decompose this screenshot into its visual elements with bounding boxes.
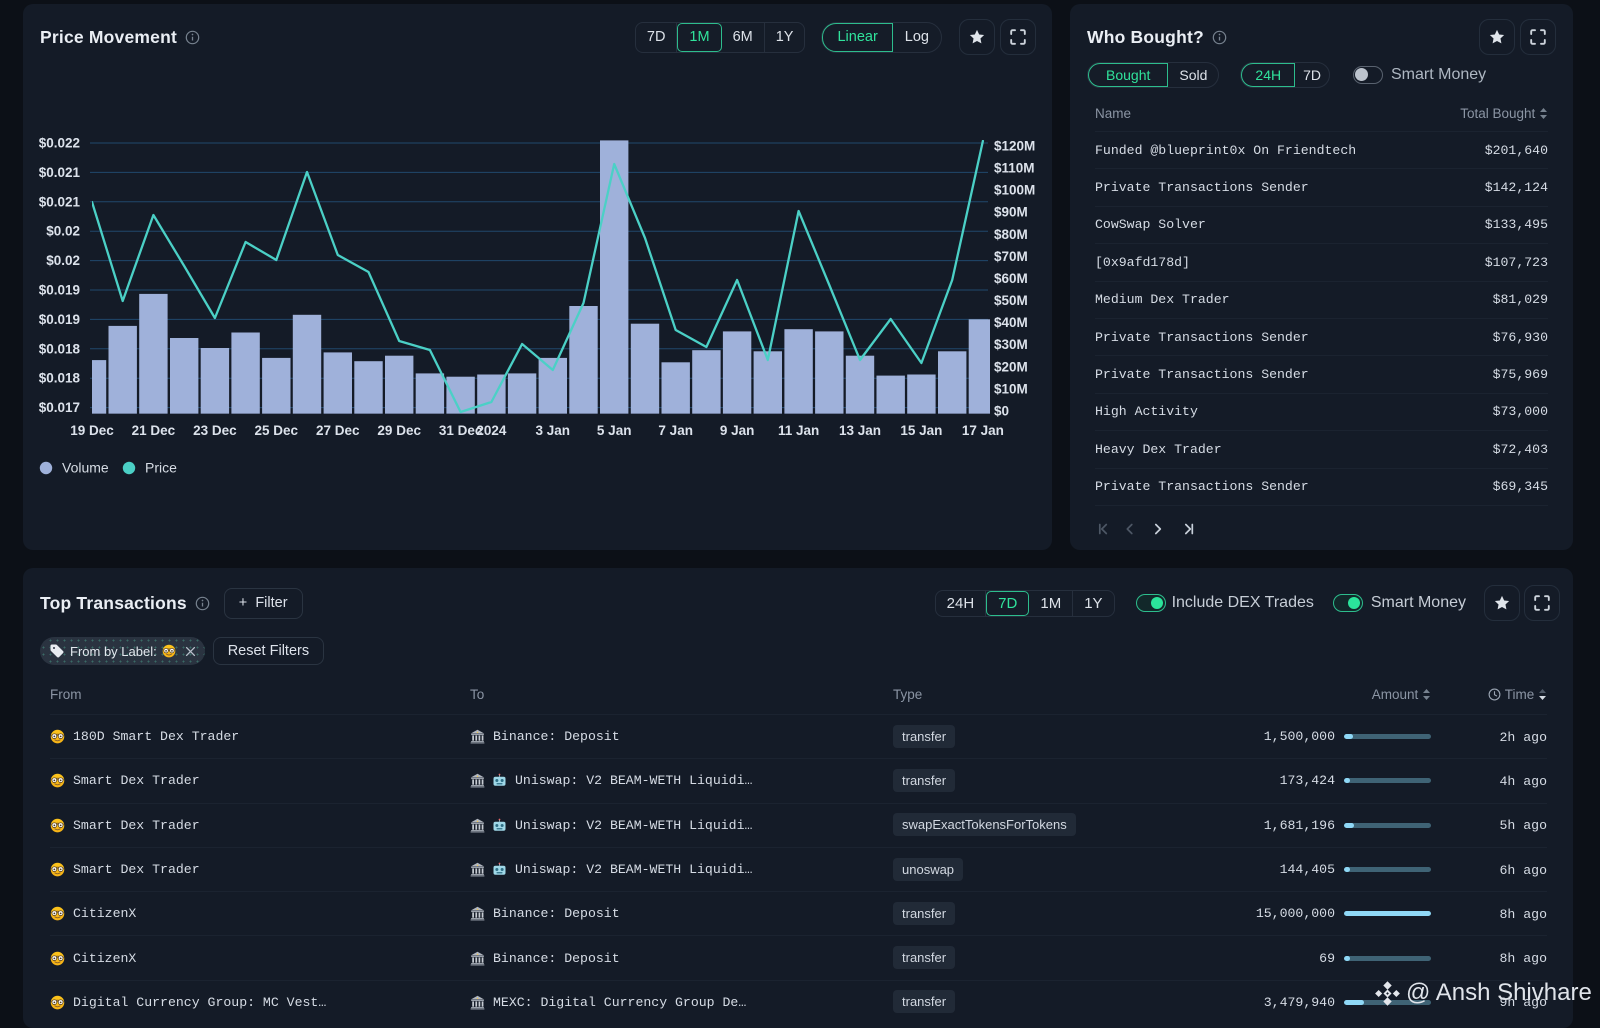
svg-text:23 Dec: 23 Dec	[193, 423, 237, 438]
svg-text:$20M: $20M	[994, 359, 1028, 374]
svg-text:$0.021: $0.021	[39, 194, 81, 209]
svg-text:$60M: $60M	[994, 271, 1028, 286]
svg-text:$0.02: $0.02	[46, 253, 80, 268]
svg-text:$0.018: $0.018	[39, 341, 81, 356]
svg-text:Price: Price	[145, 460, 177, 476]
svg-text:$0.017: $0.017	[39, 400, 80, 415]
svg-text:$90M: $90M	[994, 205, 1028, 220]
svg-text:$50M: $50M	[994, 293, 1028, 308]
svg-text:$100M: $100M	[994, 183, 1035, 198]
svg-text:19 Dec: 19 Dec	[70, 423, 114, 438]
svg-text:$0.019: $0.019	[39, 283, 80, 298]
svg-text:$30M: $30M	[994, 337, 1028, 352]
svg-text:21 Dec: 21 Dec	[132, 423, 176, 438]
svg-text:$10M: $10M	[994, 381, 1028, 396]
svg-text:13 Jan: 13 Jan	[839, 423, 881, 438]
svg-text:$0: $0	[994, 404, 1009, 419]
svg-text:29 Dec: 29 Dec	[377, 423, 421, 438]
svg-text:3 Jan: 3 Jan	[536, 423, 571, 438]
svg-text:9 Jan: 9 Jan	[720, 423, 755, 438]
svg-text:$0.018: $0.018	[39, 371, 81, 386]
svg-text:25 Dec: 25 Dec	[255, 423, 299, 438]
svg-text:$120M: $120M	[994, 139, 1035, 154]
svg-text:Volume: Volume	[62, 460, 109, 476]
svg-text:$110M: $110M	[994, 161, 1035, 176]
svg-text:$0.022: $0.022	[39, 136, 80, 151]
svg-text:15 Jan: 15 Jan	[900, 423, 942, 438]
svg-text:$0.02: $0.02	[46, 224, 80, 239]
svg-text:$0.019: $0.019	[39, 312, 80, 327]
svg-text:5 Jan: 5 Jan	[597, 423, 632, 438]
svg-text:17 Jan: 17 Jan	[962, 423, 1004, 438]
svg-text:$0.021: $0.021	[39, 165, 81, 180]
svg-text:2024: 2024	[476, 423, 507, 438]
svg-text:27 Dec: 27 Dec	[316, 423, 360, 438]
svg-text:7 Jan: 7 Jan	[658, 423, 693, 438]
svg-text:$40M: $40M	[994, 315, 1028, 330]
svg-text:$70M: $70M	[994, 249, 1028, 264]
svg-text:11 Jan: 11 Jan	[778, 423, 819, 438]
svg-text:$80M: $80M	[994, 227, 1028, 242]
